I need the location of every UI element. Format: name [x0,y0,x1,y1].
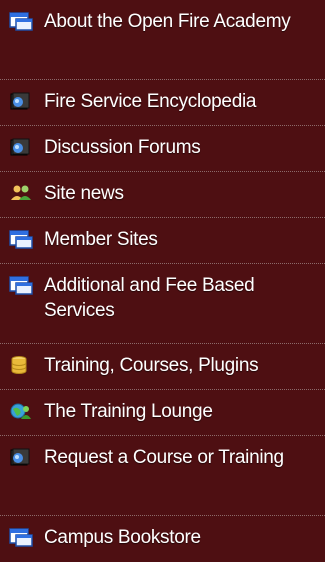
menu-item-encyclopedia[interactable]: Fire Service Encyclopedia [0,80,325,126]
menu-item-label: Request a Course or Training [44,447,284,468]
window-icon [9,528,33,547]
globe-people-icon [10,403,31,419]
menu-item-training-lounge[interactable]: The Training Lounge [0,390,325,436]
menu-item-member-sites[interactable]: Member Sites [0,218,325,264]
menu-item-label: About the Open Fire Academy [44,11,291,32]
menu-item-additional-services[interactable]: Additional and Fee Based Services [0,264,325,344]
book-icon [10,448,30,466]
menu-item-training-courses[interactable]: Training, Courses, Plugins [0,344,325,390]
menu-item-request-course[interactable]: Request a Course or Training [0,436,325,516]
book-icon [10,92,30,110]
menu-item-site-news[interactable]: Site news [0,172,325,218]
menu-item-label: The Training Lounge [44,401,213,422]
sidebar-menu: About the Open Fire Academy Fire Service… [0,0,325,548]
menu-item-label: Member Sites [44,229,158,250]
menu-item-campus-bookstore[interactable]: Campus Bookstore [0,516,325,562]
book-icon [10,138,30,156]
window-icon [9,276,33,295]
menu-item-label: Training, Courses, Plugins [44,355,259,376]
menu-item-about[interactable]: About the Open Fire Academy [0,0,325,80]
menu-item-label: Additional and Fee Based Services [44,275,255,321]
menu-item-forums[interactable]: Discussion Forums [0,126,325,172]
menu-item-label: Discussion Forums [44,137,201,158]
menu-item-label: Site news [44,183,124,204]
users-icon [11,185,31,200]
window-icon [9,230,33,249]
menu-item-label: Fire Service Encyclopedia [44,91,257,112]
window-icon [9,12,33,31]
database-icon [11,356,27,374]
